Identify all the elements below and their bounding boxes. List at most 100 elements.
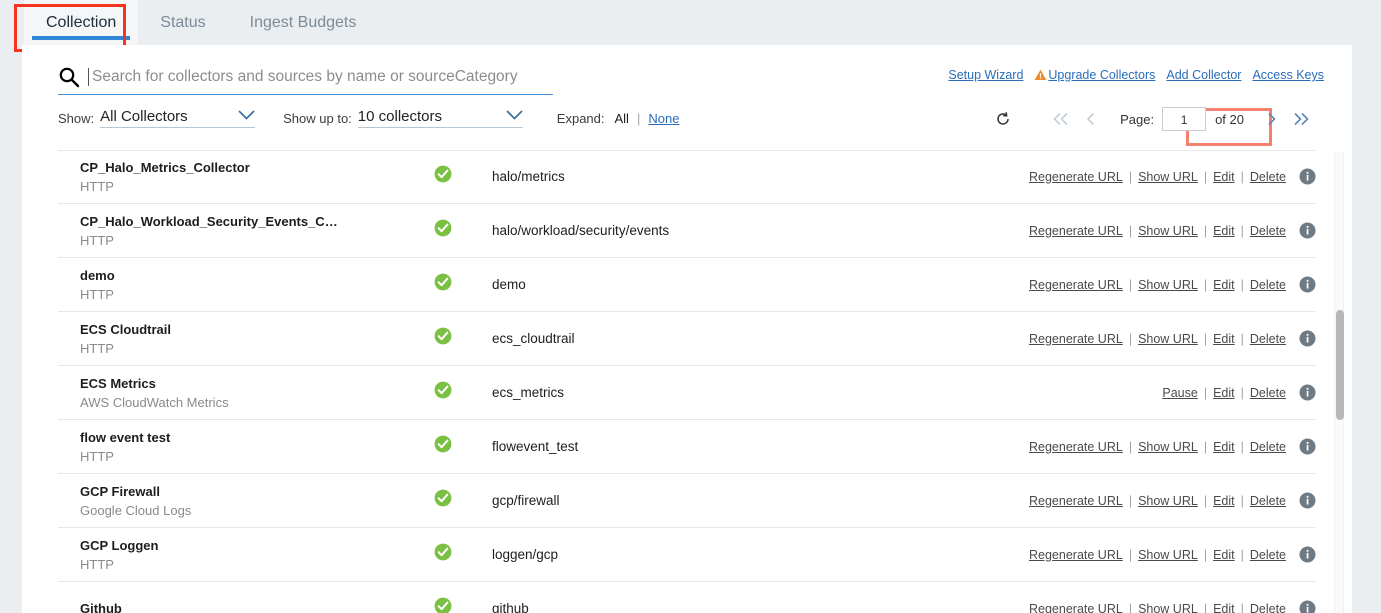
info-icon[interactable]	[1299, 600, 1316, 613]
action-separator: |	[1129, 224, 1132, 238]
info-icon[interactable]	[1299, 276, 1316, 293]
action-delete-link[interactable]: Delete	[1250, 440, 1286, 454]
last-page-button[interactable]	[1286, 105, 1316, 133]
page-number-input[interactable]: 1	[1162, 107, 1206, 131]
collector-name: CP_Halo_Metrics_Collector	[80, 160, 418, 175]
tab-status[interactable]: Status	[138, 0, 227, 45]
setup-wizard-link[interactable]: Setup Wizard	[948, 68, 1023, 82]
action-delete-link[interactable]: Delete	[1250, 278, 1286, 292]
previous-page-button[interactable]	[1076, 105, 1106, 133]
add-collector-link[interactable]: Add Collector	[1166, 68, 1241, 82]
row-actions: Regenerate URL|Show URL|Edit|Delete	[1029, 600, 1316, 613]
info-icon[interactable]	[1299, 222, 1316, 239]
action-edit-link[interactable]: Edit	[1213, 224, 1235, 238]
action-edit-link[interactable]: Edit	[1213, 386, 1235, 400]
source-category: github	[468, 601, 1029, 613]
action-edit-link[interactable]: Edit	[1213, 494, 1235, 508]
action-show-url-link[interactable]: Show URL	[1138, 224, 1198, 238]
action-show-url-link[interactable]: Show URL	[1138, 170, 1198, 184]
collector-name: flow event test	[80, 430, 418, 445]
info-icon[interactable]	[1299, 330, 1316, 347]
table-row[interactable]: CP_Halo_Metrics_CollectorHTTPhalo/metric…	[58, 150, 1316, 204]
action-separator: |	[1129, 494, 1132, 508]
expand-all-option[interactable]: All	[615, 111, 629, 126]
show-up-to-select[interactable]: 10 collectors	[358, 108, 523, 128]
action-regenerate-url-link[interactable]: Regenerate URL	[1029, 224, 1123, 238]
action-edit-link[interactable]: Edit	[1213, 602, 1235, 613]
upgrade-collectors-link[interactable]: Upgrade Collectors	[1048, 68, 1155, 82]
search-input[interactable]: Search for collectors and sources by nam…	[92, 68, 518, 86]
action-separator: |	[1204, 548, 1207, 562]
row-actions: Regenerate URL|Show URL|Edit|Delete	[1029, 168, 1316, 185]
action-delete-link[interactable]: Delete	[1250, 170, 1286, 184]
status-healthy-icon	[434, 435, 452, 458]
action-separator: |	[1129, 332, 1132, 346]
action-edit-link[interactable]: Edit	[1213, 548, 1235, 562]
table-row[interactable]: GCP FirewallGoogle Cloud Logsgcp/firewal…	[58, 474, 1316, 528]
table-row[interactable]: GCP LoggenHTTPloggen/gcpRegenerate URL|S…	[58, 528, 1316, 582]
collector-type: HTTP	[80, 287, 418, 302]
collector-status-cell	[418, 381, 468, 404]
action-regenerate-url-link[interactable]: Regenerate URL	[1029, 494, 1123, 508]
action-show-url-link[interactable]: Show URL	[1138, 548, 1198, 562]
source-category: loggen/gcp	[468, 547, 1029, 562]
collector-name: CP_Halo_Workload_Security_Events_C…	[80, 214, 418, 229]
action-edit-link[interactable]: Edit	[1213, 332, 1235, 346]
search-bar[interactable]: Search for collectors and sources by nam…	[58, 60, 553, 95]
action-separator: |	[1241, 386, 1244, 400]
chevron-down-icon	[238, 108, 255, 123]
table-row[interactable]: demoHTTPdemoRegenerate URL|Show URL|Edit…	[58, 258, 1316, 312]
status-healthy-icon	[434, 165, 452, 188]
show-collectors-select[interactable]: All Collectors	[100, 108, 255, 128]
action-regenerate-url-link[interactable]: Regenerate URL	[1029, 440, 1123, 454]
action-delete-link[interactable]: Delete	[1250, 494, 1286, 508]
first-page-button[interactable]	[1046, 105, 1076, 133]
action-delete-link[interactable]: Delete	[1250, 602, 1286, 613]
action-edit-link[interactable]: Edit	[1213, 170, 1235, 184]
action-regenerate-url-link[interactable]: Regenerate URL	[1029, 170, 1123, 184]
info-icon[interactable]	[1299, 168, 1316, 185]
info-icon[interactable]	[1299, 546, 1316, 563]
row-actions: Regenerate URL|Show URL|Edit|Delete	[1029, 438, 1316, 455]
table-row[interactable]: ECS MetricsAWS CloudWatch Metricsecs_met…	[58, 366, 1316, 420]
table-scrollbar[interactable]	[1334, 152, 1344, 613]
action-delete-link[interactable]: Delete	[1250, 224, 1286, 238]
info-icon[interactable]	[1299, 492, 1316, 509]
action-show-url-link[interactable]: Show URL	[1138, 602, 1198, 613]
table-row[interactable]: CP_Halo_Workload_Security_Events_C…HTTPh…	[58, 204, 1316, 258]
action-pause-link[interactable]: Pause	[1162, 386, 1197, 400]
tab-ingest-budgets[interactable]: Ingest Budgets	[228, 0, 379, 45]
collection-panel: Search for collectors and sources by nam…	[22, 45, 1352, 613]
info-icon[interactable]	[1299, 384, 1316, 401]
action-delete-link[interactable]: Delete	[1250, 386, 1286, 400]
action-edit-link[interactable]: Edit	[1213, 440, 1235, 454]
action-separator: |	[1241, 440, 1244, 454]
next-page-button[interactable]	[1256, 105, 1286, 133]
info-icon[interactable]	[1299, 438, 1316, 455]
action-show-url-link[interactable]: Show URL	[1138, 332, 1198, 346]
expand-none-option[interactable]: None	[648, 111, 679, 126]
row-actions: Regenerate URL|Show URL|Edit|Delete	[1029, 222, 1316, 239]
status-healthy-icon	[434, 273, 452, 296]
action-edit-link[interactable]: Edit	[1213, 278, 1235, 292]
action-regenerate-url-link[interactable]: Regenerate URL	[1029, 332, 1123, 346]
action-show-url-link[interactable]: Show URL	[1138, 278, 1198, 292]
search-text-caret	[88, 68, 89, 86]
access-keys-link[interactable]: Access Keys	[1252, 68, 1324, 82]
action-delete-link[interactable]: Delete	[1250, 548, 1286, 562]
collector-status-cell	[418, 327, 468, 350]
action-regenerate-url-link[interactable]: Regenerate URL	[1029, 548, 1123, 562]
tab-collection[interactable]: Collection	[24, 0, 138, 45]
action-show-url-link[interactable]: Show URL	[1138, 494, 1198, 508]
action-delete-link[interactable]: Delete	[1250, 332, 1286, 346]
table-row[interactable]: flow event testHTTPflowevent_testRegener…	[58, 420, 1316, 474]
action-regenerate-url-link[interactable]: Regenerate URL	[1029, 278, 1123, 292]
action-show-url-link[interactable]: Show URL	[1138, 440, 1198, 454]
table-row[interactable]: GithubgithubRegenerate URL|Show URL|Edit…	[58, 582, 1316, 613]
action-regenerate-url-link[interactable]: Regenerate URL	[1029, 602, 1123, 613]
tab-ingest-budgets-label: Ingest Budgets	[250, 14, 357, 32]
refresh-icon[interactable]	[988, 105, 1018, 133]
table-scrollbar-thumb[interactable]	[1336, 310, 1344, 420]
table-row[interactable]: ECS CloudtrailHTTPecs_cloudtrailRegenera…	[58, 312, 1316, 366]
source-category: halo/workload/security/events	[468, 223, 1029, 238]
